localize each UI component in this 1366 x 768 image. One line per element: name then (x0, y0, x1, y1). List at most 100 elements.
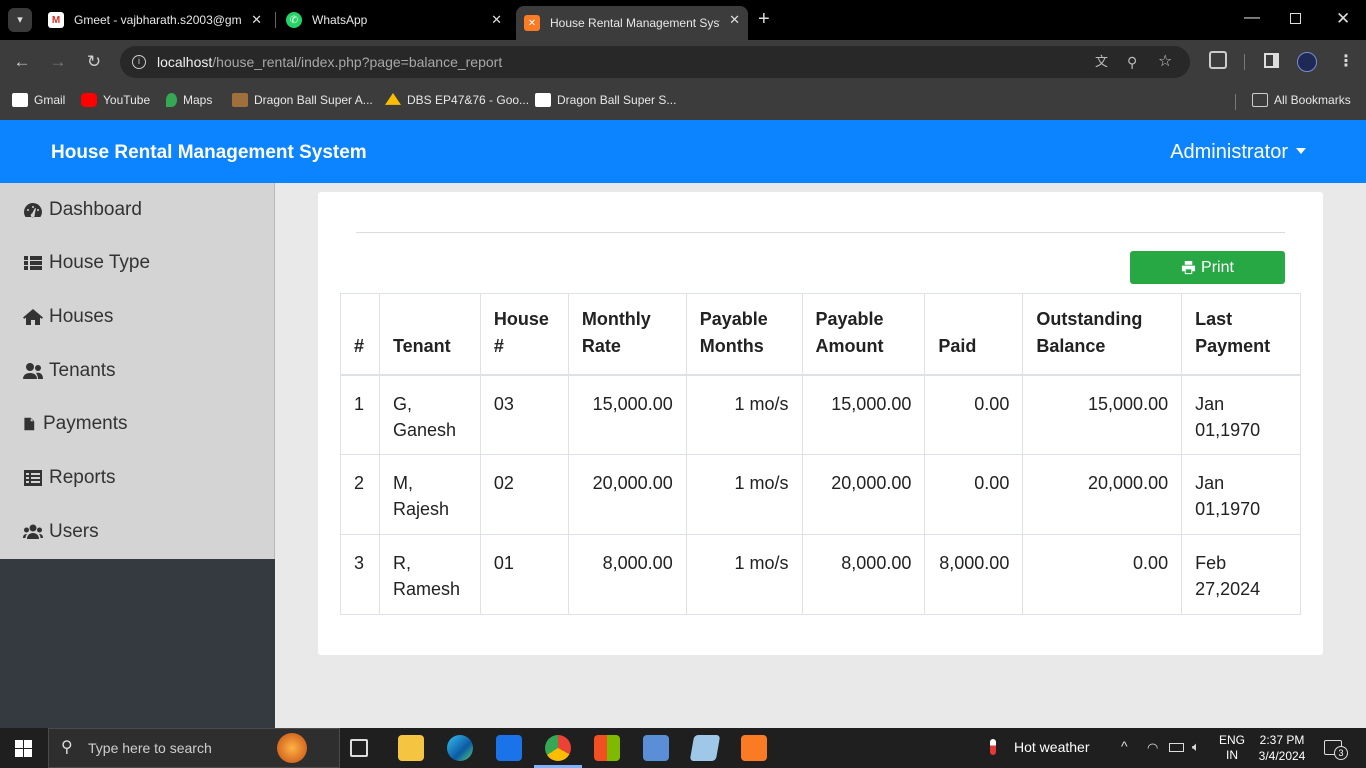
extensions-icon[interactable] (1209, 51, 1227, 69)
sidebar-item-reports[interactable]: Reports (23, 464, 116, 492)
chrome-icon[interactable] (545, 735, 571, 761)
site-info-icon[interactable]: i (132, 55, 146, 69)
list-alt-icon (24, 470, 42, 486)
file-explorer-icon[interactable] (398, 735, 424, 761)
translate-icon[interactable]: 文 (1095, 46, 1108, 78)
tab-whatsapp[interactable]: ✆ WhatsApp ✕ (278, 6, 510, 34)
sidebar-item-house-type[interactable]: House Type (23, 249, 150, 277)
close-icon[interactable]: ✕ (251, 12, 262, 28)
bookmark-dbs-ep[interactable]: DBS EP47&76 - Goo... (385, 93, 529, 107)
tenant-name: M, Rajesh (378, 454, 481, 535)
notepad-app-icon[interactable] (689, 735, 721, 761)
bookmark-maps[interactable]: Maps (166, 93, 212, 107)
column-header: Monthly Rate (567, 293, 687, 375)
bookmark-gmail[interactable]: Gmail (12, 93, 65, 107)
close-window-button[interactable]: ✕ (1336, 9, 1350, 29)
paid-amount: 0.00 (924, 374, 1024, 455)
table-row: 1 G, Ganesh 03 15,000.00 1 mo/s 15,000.0… (340, 374, 1301, 455)
tab-search-button[interactable]: ▾ (8, 8, 32, 32)
tenant-name: R, Ramesh (378, 534, 481, 615)
battery-icon[interactable] (1169, 743, 1184, 752)
gmail-icon: M (48, 12, 64, 28)
bookmark-youtube[interactable]: YouTube (81, 93, 150, 107)
print-button[interactable]: Print (1130, 251, 1285, 284)
forward-button[interactable]: → (48, 52, 68, 72)
balance-report-table: # Tenant House # Monthly Rate Payable Mo… (340, 293, 1301, 615)
payable-amount: 15,000.00 (801, 374, 926, 455)
payable-amount: 20,000.00 (801, 454, 926, 535)
house-number: 01 (479, 534, 569, 615)
payable-months: 1 mo/s (685, 374, 803, 455)
profile-avatar[interactable] (1297, 52, 1317, 72)
windows-start-icon[interactable] (15, 740, 32, 757)
monthly-rate: 15,000.00 (567, 374, 687, 455)
back-button[interactable]: ← (12, 52, 32, 72)
windows-taskbar: ⚲ Type here to search Hot weather ^ ◠ 🔈︎… (0, 728, 1366, 768)
sidebar-item-users[interactable]: Users (23, 518, 99, 546)
reload-button[interactable]: ↻ (84, 52, 104, 72)
last-payment: Jan 01,1970 (1181, 454, 1301, 535)
new-tab-button[interactable]: + (758, 8, 770, 31)
folder-icon (1252, 93, 1268, 107)
all-bookmarks[interactable]: All Bookmarks (1252, 93, 1351, 107)
row-number: 3 (340, 534, 380, 615)
tab-gmeet[interactable]: M Gmeet - vajbharath.s2003@gma ✕ (40, 6, 270, 34)
app-header: House Rental Management System Administr… (0, 120, 1366, 183)
wifi-icon[interactable]: ◠ (1147, 740, 1158, 756)
browser-tab-strip: ▾ M Gmeet - vajbharath.s2003@gma ✕ ✆ Wha… (0, 0, 1366, 40)
minimize-button[interactable]: — (1244, 9, 1260, 27)
column-header: Payable Months (685, 293, 803, 375)
browser-menu-icon[interactable]: ⋮ (1338, 51, 1354, 71)
xampp-icon[interactable] (741, 735, 767, 761)
language-indicator[interactable]: ENG IN (1219, 733, 1245, 763)
image-thumbnail-icon (232, 93, 248, 107)
column-header: Payable Amount (801, 293, 926, 375)
sidebar-item-tenants[interactable]: Tenants (23, 357, 116, 385)
bookmark-dragon-ball-super-s[interactable]: Dragon Ball Super S... (535, 93, 676, 107)
clock[interactable]: 2:37 PM 3/4/2024 (1257, 732, 1307, 764)
table-row: 2 M, Rajesh 02 20,000.00 1 mo/s 20,000.0… (340, 454, 1301, 535)
last-payment: Jan 01,1970 (1181, 374, 1301, 455)
whatsapp-icon: ✆ (286, 12, 302, 28)
restore-button[interactable] (1290, 13, 1301, 24)
close-icon[interactable]: ✕ (729, 12, 740, 28)
user-menu-dropdown[interactable]: Administrator (1170, 141, 1306, 164)
taskbar-search-input[interactable]: ⚲ Type here to search (48, 728, 340, 768)
maps-icon (166, 93, 177, 107)
side-panel-icon[interactable] (1264, 53, 1279, 68)
tab-house-rental[interactable]: ✕ House Rental Management Syst ✕ (516, 6, 748, 40)
outstanding-balance: 15,000.00 (1022, 374, 1183, 455)
address-bar[interactable]: i localhost/house_rental/index.php?page=… (120, 46, 1190, 78)
task-view-icon[interactable] (350, 739, 368, 757)
microsoft-store-icon[interactable] (594, 735, 620, 761)
outstanding-balance: 20,000.00 (1022, 454, 1183, 535)
column-header: # (340, 293, 380, 375)
close-icon[interactable]: ✕ (491, 12, 502, 28)
sidebar-item-dashboard[interactable]: Dashboard (23, 196, 142, 224)
users-icon (23, 524, 43, 539)
sidebar-item-houses[interactable]: Houses (23, 303, 113, 331)
sidebar: Dashboard House Type Houses Tenants Paym… (0, 183, 275, 728)
column-header: Paid (924, 293, 1024, 375)
sidebar-item-payments[interactable]: Payments (23, 410, 127, 438)
thermometer-icon (990, 739, 996, 755)
zoom-icon[interactable]: ⚲ (1127, 46, 1137, 78)
search-icon: ⚲ (61, 739, 73, 756)
mail-icon[interactable] (496, 735, 522, 761)
volume-icon[interactable]: 🔈︎ (1192, 739, 1200, 755)
payable-months: 1 mo/s (685, 454, 803, 535)
bookmark-dragon-ball-super-a[interactable]: Dragon Ball Super A... (232, 93, 373, 107)
list-icon (24, 256, 42, 270)
column-header: Outstanding Balance (1022, 293, 1183, 375)
show-hidden-icons[interactable]: ^ (1121, 738, 1128, 754)
edge-icon[interactable] (447, 735, 473, 761)
home-icon (23, 309, 43, 325)
weather-widget[interactable]: Hot weather (990, 739, 1089, 755)
column-header: Tenant (378, 293, 481, 375)
row-number: 1 (340, 374, 380, 455)
laptop-app-icon[interactable] (643, 735, 669, 761)
sidebar-menu: Dashboard House Type Houses Tenants Paym… (0, 183, 275, 559)
row-number: 2 (340, 454, 380, 535)
notification-center-icon[interactable]: 3 (1324, 740, 1348, 760)
star-icon[interactable]: ☆ (1158, 46, 1172, 78)
